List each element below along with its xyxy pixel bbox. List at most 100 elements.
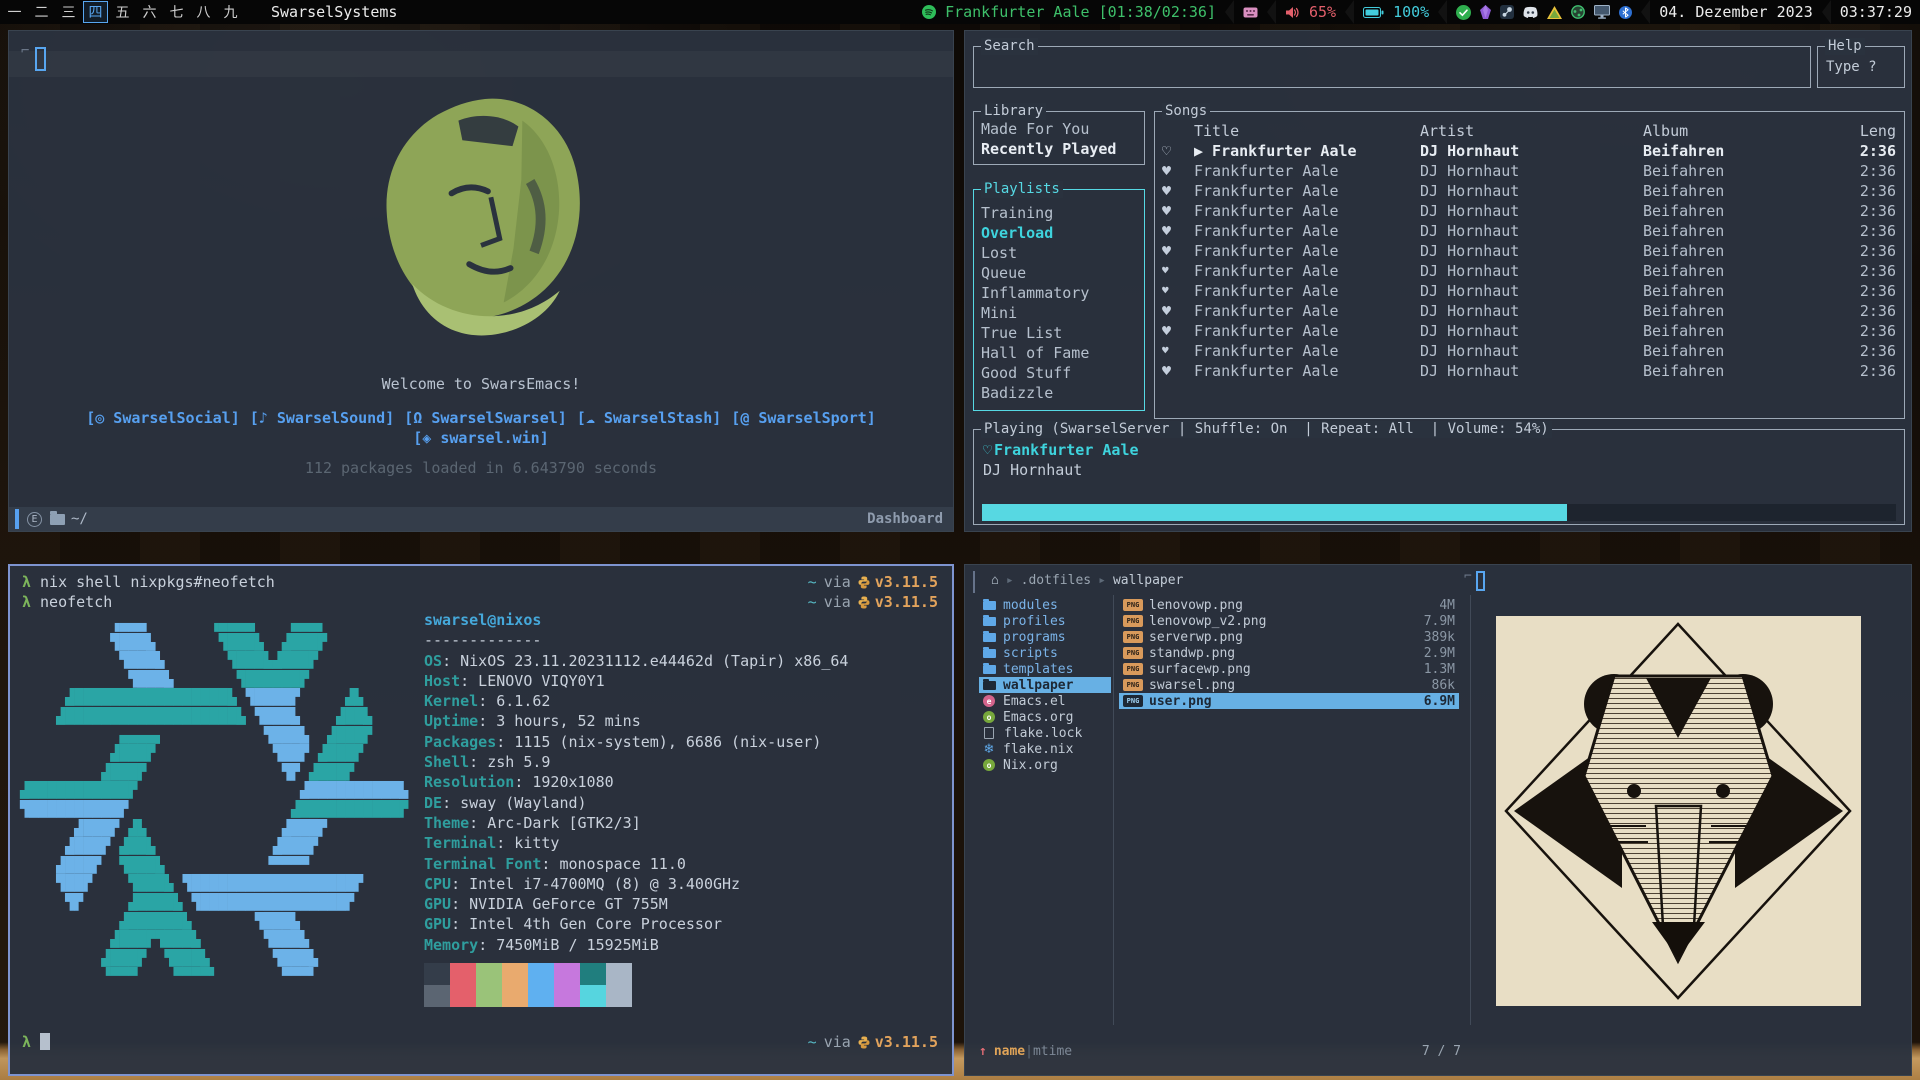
workspace-5[interactable]: 五: [110, 1, 135, 23]
workspace-4[interactable]: 四: [83, 1, 108, 23]
playlist-item[interactable]: Overload: [981, 223, 1144, 243]
file-row[interactable]: PNGsurfacewp.png1.3M: [1119, 661, 1459, 677]
directory-row[interactable]: flake.lock: [979, 725, 1111, 741]
playlist-item[interactable]: Inflammatory: [981, 283, 1144, 303]
check-status-icon[interactable]: [1456, 5, 1471, 20]
media-player-text[interactable]: Frankfurter Aale [01:38/02:36]: [945, 3, 1216, 21]
song-artist: DJ Hornhaut: [1420, 221, 1643, 241]
playlist-item[interactable]: Mini: [981, 303, 1144, 323]
breadcrumb-part[interactable]: wallpaper: [1113, 573, 1183, 588]
song-length: 2:36: [1815, 141, 1896, 161]
bluetooth-icon[interactable]: [1619, 6, 1632, 19]
workspace-3[interactable]: 三: [56, 1, 81, 23]
playlist-item[interactable]: Queue: [981, 263, 1144, 283]
directory-row[interactable]: profiles: [979, 613, 1111, 629]
song-row[interactable]: ♥Frankfurter AaleDJ HornhautBeifahren2:3…: [1155, 281, 1904, 301]
directory-row[interactable]: scripts: [979, 645, 1111, 661]
song-row[interactable]: ♥Frankfurter AaleDJ HornhautBeifahren2:3…: [1155, 301, 1904, 321]
workspace-8[interactable]: 八: [191, 1, 216, 23]
search-box[interactable]: Search: [973, 46, 1811, 88]
file-row[interactable]: PNGstandwp.png2.9M: [1119, 645, 1459, 661]
heart-filled-icon[interactable]: ♥: [1162, 341, 1194, 361]
file-row[interactable]: PNGlenovowp.png4M: [1119, 597, 1459, 613]
gem-icon[interactable]: [1480, 5, 1491, 19]
directory-row[interactable]: wallpaper: [979, 677, 1111, 693]
heart-filled-icon[interactable]: ♥: [1162, 241, 1194, 261]
playlist-item[interactable]: Good Stuff: [981, 363, 1144, 383]
terminal-command-line: λnix shell nixpkgs#neofetch~viav3.11.5: [10, 572, 952, 592]
shell-prompt[interactable]: λ: [22, 1032, 50, 1052]
song-row[interactable]: ♥Frankfurter AaleDJ HornhautBeifahren2:3…: [1155, 341, 1904, 361]
song-row[interactable]: ♥Frankfurter AaleDJ HornhautBeifahren2:3…: [1155, 241, 1904, 261]
playlist-item[interactable]: Lost: [981, 243, 1144, 263]
dashboard-link-swarselswarsel[interactable]: [Ω SwarselSwarsel]: [404, 409, 567, 427]
tunnel-icon[interactable]: [1547, 6, 1562, 19]
file-row[interactable]: PNGserverwp.png389k: [1119, 629, 1459, 645]
sort-key[interactable]: name: [994, 1044, 1025, 1059]
dashboard-link-swarsel-win[interactable]: [◈ swarsel.win]: [413, 429, 548, 447]
seek-bar[interactable]: [982, 504, 1896, 521]
keyboard-icon[interactable]: [1243, 7, 1258, 18]
heart-filled-icon[interactable]: ♥: [1162, 201, 1194, 221]
directory-row[interactable]: oEmacs.org: [979, 709, 1111, 725]
directory-row[interactable]: oNix.org: [979, 757, 1111, 773]
sort-alt-key[interactable]: mtime: [1033, 1044, 1072, 1059]
spotify-icon[interactable]: [922, 5, 936, 19]
song-row[interactable]: ♥Frankfurter AaleDJ HornhautBeifahren2:3…: [1155, 261, 1904, 281]
battery-level[interactable]: 100%: [1393, 3, 1429, 21]
display-icon[interactable]: [1594, 5, 1610, 19]
song-row[interactable]: ♡▶ Frankfurter AaleDJ HornhautBeifahren2…: [1155, 141, 1904, 161]
syncthing-icon[interactable]: [1571, 5, 1585, 19]
song-artist: DJ Hornhaut: [1420, 201, 1643, 221]
heart-filled-icon[interactable]: ♥: [1162, 321, 1194, 341]
dashboard-link-swarselsport[interactable]: [@ SwarselSport]: [731, 409, 876, 427]
directory-row[interactable]: modules: [979, 597, 1111, 613]
song-row[interactable]: ♥Frankfurter AaleDJ HornhautBeifahren2:3…: [1155, 221, 1904, 241]
song-row[interactable]: ♥Frankfurter AaleDJ HornhautBeifahren2:3…: [1155, 321, 1904, 341]
directory-row[interactable]: programs: [979, 629, 1111, 645]
workspace-7[interactable]: 七: [164, 1, 189, 23]
scrollbar-mark[interactable]: [973, 571, 975, 593]
playlists-box-label: Playlists: [981, 181, 1063, 198]
dashboard-link-swarselsocial[interactable]: [◎ SwarselSocial]: [86, 409, 240, 427]
file-row[interactable]: PNGlenovowp_v2.png7.9M: [1119, 613, 1459, 629]
song-row[interactable]: ♥Frankfurter AaleDJ HornhautBeifahren2:3…: [1155, 361, 1904, 381]
volume-level[interactable]: 65%: [1309, 3, 1336, 21]
breadcrumb-part[interactable]: .dotfiles: [1021, 573, 1091, 588]
file-row[interactable]: PNGswarsel.png86k: [1119, 677, 1459, 693]
heart-filled-icon[interactable]: ♥: [1162, 261, 1194, 281]
speaker-icon[interactable]: [1285, 6, 1300, 19]
battery-icon[interactable]: [1363, 7, 1384, 18]
song-title: Frankfurter Aale: [1194, 161, 1420, 181]
discord-icon[interactable]: [1523, 6, 1538, 18]
heart-filled-icon[interactable]: ♥: [1162, 181, 1194, 201]
playlist-item[interactable]: Badizzle: [981, 383, 1144, 403]
workspace-2[interactable]: 二: [29, 1, 54, 23]
library-item[interactable]: Made For You: [981, 119, 1144, 139]
workspace-1[interactable]: 一: [2, 1, 27, 23]
playlist-item[interactable]: True List: [981, 323, 1144, 343]
heart-filled-icon[interactable]: ♥: [1162, 221, 1194, 241]
steam-icon[interactable]: [1500, 5, 1514, 19]
dashboard-link-swarselstash[interactable]: [☁ SwarselStash]: [577, 409, 722, 427]
breadcrumb[interactable]: ⌂▸.dotfiles▸wallpaper: [991, 573, 1183, 589]
workspace-6[interactable]: 六: [137, 1, 162, 23]
workspace-9[interactable]: 九: [218, 1, 243, 23]
heart-filled-icon[interactable]: ♥: [1162, 361, 1194, 381]
song-row[interactable]: ♥Frankfurter AaleDJ HornhautBeifahren2:3…: [1155, 161, 1904, 181]
directory-row[interactable]: templates: [979, 661, 1111, 677]
playlist-item[interactable]: Hall of Fame: [981, 343, 1144, 363]
dashboard-link-swarselsound[interactable]: [♪ SwarselSound]: [250, 409, 395, 427]
file-row[interactable]: PNGuser.png6.9M: [1119, 693, 1459, 709]
heart-outline-icon[interactable]: ♡: [1162, 141, 1194, 161]
heart-filled-icon[interactable]: ♥: [1162, 161, 1194, 181]
directory-row[interactable]: ❄flake.nix: [979, 741, 1111, 757]
song-row[interactable]: ♥Frankfurter AaleDJ HornhautBeifahren2:3…: [1155, 201, 1904, 221]
playlist-item[interactable]: Training: [981, 203, 1144, 223]
heart-filled-icon[interactable]: ♥: [1162, 281, 1194, 301]
directory-row[interactable]: eEmacs.el: [979, 693, 1111, 709]
heart-filled-icon[interactable]: ♥: [1162, 301, 1194, 321]
folder-icon: [983, 617, 996, 626]
song-row[interactable]: ♥Frankfurter AaleDJ HornhautBeifahren2:3…: [1155, 181, 1904, 201]
library-item[interactable]: Recently Played: [981, 139, 1144, 159]
